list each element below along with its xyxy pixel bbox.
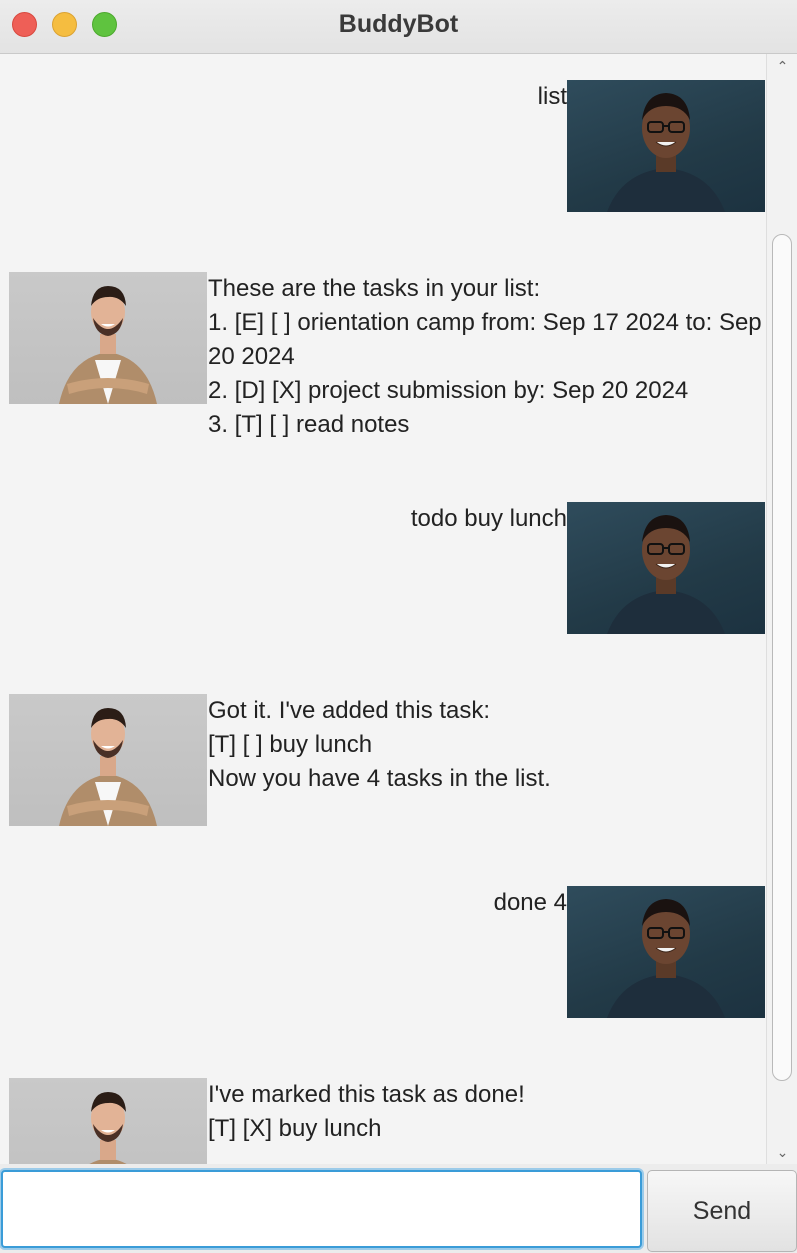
user-avatar [567, 502, 765, 634]
bot-message-text: Got it. I've added this task: [T] [ ] bu… [208, 697, 551, 792]
bot-message-text: These are the tasks in your list: 1. [E]… [208, 275, 762, 438]
bot-avatar [9, 272, 207, 404]
message-input[interactable] [1, 1170, 642, 1248]
bot-avatar [9, 1078, 207, 1164]
title-bar: BuddyBot [0, 0, 797, 54]
user-avatar [567, 80, 765, 212]
input-bar: Send [0, 1164, 797, 1253]
scrollbar-thumb[interactable] [772, 234, 792, 1081]
bot-dialog-box: Got it. I've added this task: [T] [ ] bu… [0, 694, 766, 826]
window-title: BuddyBot [338, 10, 459, 38]
user-avatar [567, 886, 765, 1018]
user-dialog-box: done 4 [0, 886, 766, 1018]
chat-dialog-container: list These are the tasks in your list: 1… [0, 54, 766, 1164]
bot-dialog-box: These are the tasks in your list: 1. [E]… [0, 272, 766, 442]
bot-avatar [9, 694, 207, 826]
user-dialog-box: list [0, 80, 766, 212]
user-message-text: todo buy lunch [410, 505, 567, 532]
user-dialog-box: todo buy lunch [0, 502, 766, 634]
user-message-text: list [537, 83, 567, 110]
bot-dialog-box: I've marked this task as done! [T] [X] b… [0, 1078, 766, 1164]
vertical-scrollbar[interactable]: ⌃ ⌄ [766, 54, 797, 1164]
scroll-up-arrow-icon[interactable]: ⌃ [767, 54, 797, 78]
user-message-text: done 4 [493, 889, 567, 916]
send-button[interactable]: Send [647, 1170, 797, 1252]
bot-message-text: I've marked this task as done! [T] [X] b… [208, 1081, 525, 1142]
scroll-down-arrow-icon[interactable]: ⌄ [767, 1140, 797, 1164]
